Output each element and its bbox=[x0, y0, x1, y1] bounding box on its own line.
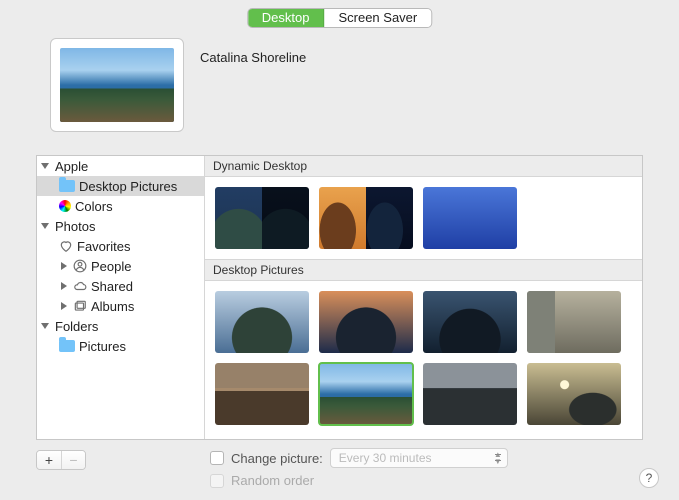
random-order-checkbox bbox=[210, 474, 224, 488]
sidebar-section-folders[interactable]: Folders bbox=[37, 316, 204, 336]
albums-icon bbox=[73, 299, 87, 313]
group-header-desktop-pictures: Desktop Pictures bbox=[205, 259, 642, 281]
wallpaper-thumb[interactable] bbox=[527, 291, 621, 353]
current-wallpaper-name: Catalina Shoreline bbox=[200, 50, 306, 65]
group-header-dynamic: Dynamic Desktop bbox=[205, 156, 642, 177]
sidebar-section-apple[interactable]: Apple bbox=[37, 156, 204, 176]
disclosure-triangle-icon bbox=[61, 262, 67, 270]
wallpaper-thumb[interactable] bbox=[215, 363, 309, 425]
tab-desktop[interactable]: Desktop bbox=[248, 9, 325, 27]
disclosure-triangle-icon bbox=[61, 282, 67, 290]
wallpaper-thumb[interactable] bbox=[423, 187, 517, 249]
add-remove-source: + − bbox=[36, 450, 86, 470]
disclosure-triangle-icon bbox=[41, 223, 49, 229]
wallpaper-thumb[interactable] bbox=[319, 363, 413, 425]
source-sidebar: Apple Desktop Pictures Colors Photos Fav… bbox=[37, 156, 205, 439]
wallpaper-thumb[interactable] bbox=[215, 291, 309, 353]
wallpaper-thumb[interactable] bbox=[527, 363, 621, 425]
person-icon bbox=[73, 259, 87, 273]
wallpaper-thumb[interactable] bbox=[215, 187, 309, 249]
disclosure-triangle-icon bbox=[41, 323, 49, 329]
change-interval-popup[interactable]: Every 30 minutes ▲▼ bbox=[330, 448, 508, 468]
change-picture-checkbox[interactable] bbox=[210, 451, 224, 465]
sidebar-item-desktop-pictures[interactable]: Desktop Pictures bbox=[37, 176, 204, 196]
help-button[interactable]: ? bbox=[639, 468, 659, 488]
folder-icon bbox=[59, 340, 75, 352]
tab-selector: Desktop Screen Saver bbox=[247, 8, 432, 28]
disclosure-triangle-icon bbox=[61, 302, 67, 310]
tab-screensaver[interactable]: Screen Saver bbox=[324, 9, 431, 27]
color-wheel-icon bbox=[59, 200, 71, 212]
sidebar-section-photos[interactable]: Photos bbox=[37, 216, 204, 236]
main-panel: Apple Desktop Pictures Colors Photos Fav… bbox=[36, 155, 643, 440]
wallpaper-thumb[interactable] bbox=[319, 187, 413, 249]
sidebar-item-colors[interactable]: Colors bbox=[37, 196, 204, 216]
current-wallpaper-preview bbox=[50, 38, 184, 132]
sidebar-item-shared[interactable]: Shared bbox=[37, 276, 204, 296]
sidebar-item-people[interactable]: People bbox=[37, 256, 204, 276]
folder-icon bbox=[59, 180, 75, 192]
remove-source-button: − bbox=[61, 451, 85, 469]
sidebar-item-pictures-folder[interactable]: Pictures bbox=[37, 336, 204, 356]
sidebar-item-albums[interactable]: Albums bbox=[37, 296, 204, 316]
wallpaper-content: Dynamic Desktop Desktop Pictures bbox=[205, 156, 642, 439]
change-picture-label: Change picture: bbox=[231, 451, 323, 466]
wallpaper-thumb[interactable] bbox=[319, 291, 413, 353]
random-order-label: Random order bbox=[231, 473, 314, 488]
chevron-up-down-icon: ▲▼ bbox=[494, 451, 502, 465]
cloud-icon bbox=[73, 279, 87, 293]
wallpaper-thumb[interactable] bbox=[423, 363, 517, 425]
wallpaper-thumb[interactable] bbox=[423, 291, 517, 353]
add-source-button[interactable]: + bbox=[37, 451, 61, 469]
heart-icon bbox=[59, 239, 73, 253]
disclosure-triangle-icon bbox=[41, 163, 49, 169]
sidebar-item-favorites[interactable]: Favorites bbox=[37, 236, 204, 256]
